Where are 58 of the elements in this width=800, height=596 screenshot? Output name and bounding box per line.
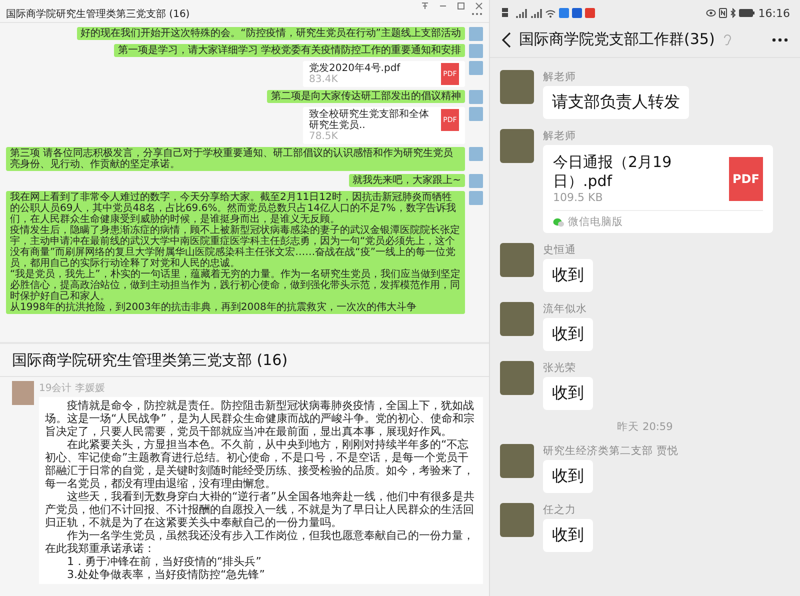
close-icon[interactable] [475,2,483,10]
sender-name: 史恒通 [543,243,576,257]
chat-app-icon [553,218,564,226]
sender-name: 张光荣 [543,361,576,375]
file-name: 今日通报（2月19日）.pdf [553,153,673,191]
signal-icon [515,8,527,18]
avatar-placeholder [469,147,483,161]
message-bubble: 就我先来吧，大家跟上~ [348,174,465,187]
avatar-placeholder [469,107,483,121]
file-card[interactable]: 今日通报（2月19日）.pdf 109.5 KB PDF 微信电脑版 [543,145,773,233]
file-size: 83.4K [309,74,339,85]
message-bubble: 请支部负责人转发 [543,86,689,119]
timestamp: 昨天 20:59 [617,420,673,434]
file-size: 109.5 KB [553,191,604,204]
message-bubble: 收到 [543,519,593,552]
chat-title: 国际商学院研究生管理类第三党支部 (16) [0,344,489,377]
message-bubble: 第二项是向大家传达研工部发出的倡议精神 [267,90,465,103]
sender-name: 19会计 李媛媛 [39,382,106,395]
avatar-placeholder [469,61,483,75]
ear-icon [722,34,731,46]
avatar-placeholder [469,174,483,188]
message-bubble: 第一项是学习，请大家详细学习 学校党委有关疫情防控工作的重要通知和安排 [114,44,465,57]
message-bubble: 我在网上看到了非常令人难过的数字，今天分享给大家。截至2月11日12时，因抗击新冠肺炎而牺牲的公职人员69人，其中党员48名，占比69.6%。然而党员总数只占14亿人口的不足7%，数字告诉我们，在人民群众生命健康受到威胁的时候，是谁挺身而出，是谁义无反顾。 疫情发生后，隐瞒了身患渐冻症的病情，顾不上被新型冠状病毒感染的妻子的武汉金银潭医院院长张定宇，主动申请冲在最前线的武汉大学中南医院重症医学科主任彭志勇，因为一句“党员必须先上，这个没有商量”而刷屏网络的复旦大学附属华山医院感染科主任张文宏……奋战在战“疫”一线上的每一位党员，都用自己的实际行动诠释了对党和人民的忠诚。 “我是党员，我先上”，朴实的一句话里，蕴藏着无穷的力量。作为一名研究生党员，我们应当做到坚定必胜信心，提高政治站位，做到主动担当作为，践行初心使命，做到强化带头示范，发挥模范作用，同时保护好自己和家人。 从1998年的抗洪抢险，到2003年的抗击非典，再到2008年的抗震救灾，一次次的伟大斗争 [6,191,465,314]
message-bubble: 第三项 请各位同志积极发言，分享自己对于学校重要通知、研工部倡议的认识感悟和作为研究生党员亮身份、见行动、作贡献的坚定承诺。 [6,147,465,171]
sender-name: 任之力 [543,503,576,517]
nfc-icon [719,8,728,18]
clock-time: 16:16 [758,6,790,20]
message-bubble: 收到 [543,318,593,351]
avatar-placeholder [469,44,483,58]
sender-name: 解老师 [543,70,576,84]
sender-name: 流年似水 [543,302,587,316]
file-name: 致全校研究生党支部和全体研究生党员.. [309,109,430,131]
sender-name: 研究生经济类第二支部 贾悦 [543,444,678,458]
message-bubble: 收到 [543,259,593,292]
message-bubble: 收到 [543,460,593,493]
back-icon[interactable] [502,32,511,48]
window-title: 国际商学院研究生管理类第三党支部 (16) [6,8,190,21]
avatar-placeholder [12,381,34,405]
avatar-placeholder [469,27,483,41]
avatar-placeholder [469,191,483,205]
more-icon[interactable] [772,38,788,42]
bluetooth-icon [730,8,736,18]
message-bubble: 疫情就是命令，防控就是责任。防控阻击新型冠状病毒肺炎疫情，全国上下，犹如战场。这是一场“人民战争”，是为人民群众生命健康而战的严峻斗争。党的初心、使命和宗旨决定了，只要人民需要，党员干部就应当冲在最前面，显出真本事，展现好作风。 在此紧要关头，方显担当本色。不久前，从中央到地方，刚刚对持续半年多的“不忘初心、牢记使命”主题教育进行总结。初心使命，不是口号，不是空话，是每一个党员干部融汇于日常的自觉，是关键时刻随时能经受历练、接受检验的品质。如今，考验来了，每一名党员，都没有理由退缩，没有理由懈怠。 这些天，我看到无数身穿白大褂的“逆行者”从全国各地奔赴一线，他们中有很多是共产党员，他们不计回报、不计报酬的自愿投入一线，不就是为了早日让人民群众的生活回归正轨，不就是为了在这紧要关头中奉献自己的一份力量吗。 作为一名学生党员，虽然我还没有步入工作岗位，但我也愿意奉献自己的一份力量，在此我郑重承诺承诺： 1．勇于冲锋在前，当好疫情的“排头兵” 3.处处争做表率，当好疫情防控“急先锋” [39,397,483,584]
eye-icon [706,9,716,17]
pdf-icon: PDF [729,157,763,201]
file-name: 党发2020年4号.pdf [309,63,400,74]
avatar-placeholder [469,90,483,104]
battery-icon [739,9,756,17]
maximize-icon[interactable] [457,2,465,10]
signal-icon [530,8,542,18]
group-title: 国际商学院党支部工作群(35) [519,30,715,49]
source-label: 微信电脑版 [568,215,623,229]
sender-name: 解老师 [543,129,576,143]
file-size: 78.5K [309,131,339,142]
message-bubble: 好的现在我们开始开这次特殊的会。“防控疫情，研究生党员在行动”主题线上支部活动 [76,27,465,40]
message-bubble: 收到 [543,377,593,410]
pin-icon[interactable] [421,2,429,10]
wifi-icon [545,8,556,18]
